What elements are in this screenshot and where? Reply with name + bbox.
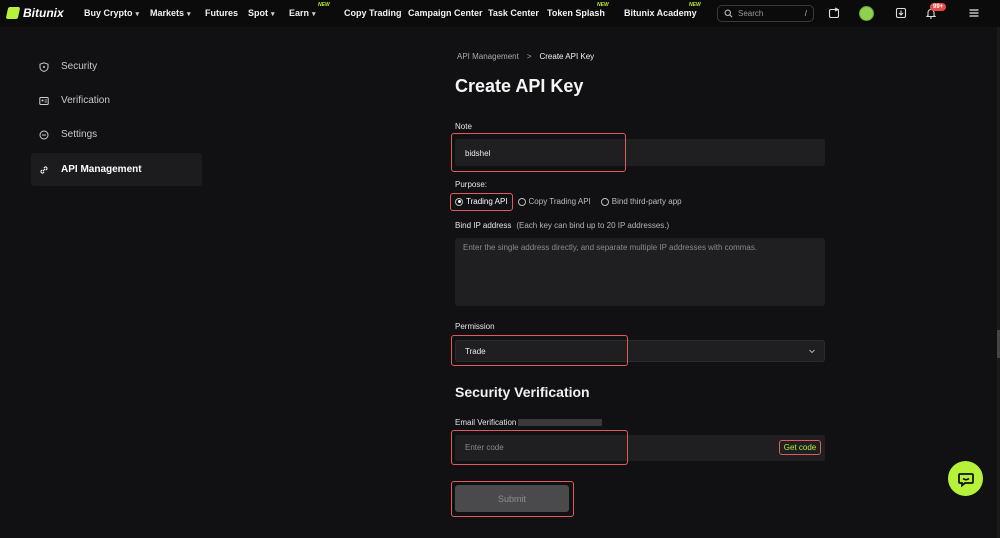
search-shortcut: / <box>804 9 807 18</box>
breadcrumb-separator: > <box>526 52 532 61</box>
transfer-icon[interactable] <box>828 7 840 19</box>
email-code-input[interactable] <box>455 435 825 461</box>
security-verification-title: Security Verification <box>455 384 590 400</box>
nav-spot[interactable]: Spot ▾ <box>248 8 275 18</box>
nav-copy-trading[interactable]: Copy Trading <box>344 8 402 18</box>
note-field[interactable] <box>455 139 825 166</box>
radio-icon <box>517 197 526 206</box>
ip-address-placeholder: Enter the single address directly, and s… <box>463 243 758 252</box>
new-tag: NEW <box>318 2 330 8</box>
sidebar-item-api-management[interactable]: API Management <box>31 153 202 186</box>
breadcrumb-link[interactable]: API Management <box>457 52 519 61</box>
search-icon <box>724 9 733 18</box>
get-code-button[interactable]: Get code <box>779 440 821 455</box>
sidebar-item-verification[interactable]: Verification <box>31 84 202 117</box>
nav-task-center[interactable]: Task Center <box>488 8 539 18</box>
nav-futures[interactable]: Futures <box>205 8 238 18</box>
support-chat-button[interactable] <box>948 461 983 496</box>
breadcrumb-current: Create API Key <box>539 52 595 61</box>
sidebar-item-label: Verification <box>61 95 110 106</box>
sidebar-item-label: Security <box>61 61 98 72</box>
chat-icon <box>957 472 974 487</box>
radio-bind-third-party-app[interactable]: Bind third-party app <box>600 197 682 206</box>
new-tag: NEW <box>597 2 609 8</box>
link-icon <box>40 165 48 174</box>
note-label: Note <box>455 122 472 131</box>
top-navbar: Bitunix Buy Crypto ▾ Markets ▾ Futures Spo… <box>0 0 1000 27</box>
nav-earn[interactable]: Earn ▾ <box>289 8 316 18</box>
nav-bitunix-academy[interactable]: Bitunix Academy <box>624 8 697 18</box>
id-card-icon <box>39 96 49 105</box>
sidebar-item-label: Settings <box>61 129 98 140</box>
brand-logo[interactable]: Bitunix <box>5 6 64 20</box>
download-icon[interactable] <box>895 7 907 19</box>
menu-icon[interactable] <box>968 7 980 19</box>
permission-label: Permission <box>455 322 495 331</box>
nav-campaign-center[interactable]: Campaign Center <box>408 8 483 18</box>
page-title: Create API Key <box>455 76 584 96</box>
email-code-placeholder: Enter code <box>465 443 504 452</box>
radio-copy-trading-api[interactable]: Copy Trading API <box>517 197 591 206</box>
sidebar-item-security[interactable]: Security <box>31 50 202 83</box>
radio-trading-api[interactable]: Trading API <box>455 197 508 206</box>
logo-icon <box>5 7 21 19</box>
permission-value: Trade <box>465 347 486 356</box>
new-tag: NEW <box>689 2 701 8</box>
sidebar-item-settings[interactable]: Settings <box>31 118 202 151</box>
chevron-down-icon: ▾ <box>187 11 191 18</box>
note-value: bidshel <box>465 149 491 158</box>
sidebar-item-label: API Management <box>61 164 142 175</box>
settings-icon <box>39 130 49 139</box>
purpose-radio-group: Trading API Copy Trading API Bind third-… <box>455 197 692 206</box>
ip-label: Bind IP address (Each key can bind up to … <box>455 221 670 230</box>
search-placeholder: Search <box>738 9 764 18</box>
radio-selected-icon <box>455 197 463 206</box>
nav-buy-crypto[interactable]: Buy Crypto ▾ <box>84 8 139 18</box>
nav-token-splash[interactable]: Token Splash <box>547 8 605 18</box>
submit-button[interactable]: Submit <box>455 485 569 512</box>
brand-name: Bitunix <box>23 6 64 20</box>
breadcrumb: API Management > Create API Key <box>457 52 594 61</box>
notification-badge: 99+ <box>930 3 947 11</box>
permission-select[interactable] <box>455 340 825 362</box>
nav-markets[interactable]: Markets ▾ <box>150 8 191 18</box>
search-input[interactable]: Search / <box>717 5 814 22</box>
chevron-down-icon: ▾ <box>312 11 316 18</box>
email-verification-label: Email Verification <box>455 418 603 427</box>
chevron-down-icon: ▾ <box>135 11 140 18</box>
ip-hint: (Each key can bind up to 20 IP addresses… <box>516 221 670 230</box>
avatar[interactable] <box>859 6 874 21</box>
radio-icon <box>600 197 609 206</box>
masked-email <box>518 419 603 427</box>
chevron-down-icon: ▾ <box>271 11 275 18</box>
purpose-label: Purpose: <box>455 180 488 189</box>
shield-icon <box>39 61 49 72</box>
chevron-down-icon <box>809 349 815 354</box>
